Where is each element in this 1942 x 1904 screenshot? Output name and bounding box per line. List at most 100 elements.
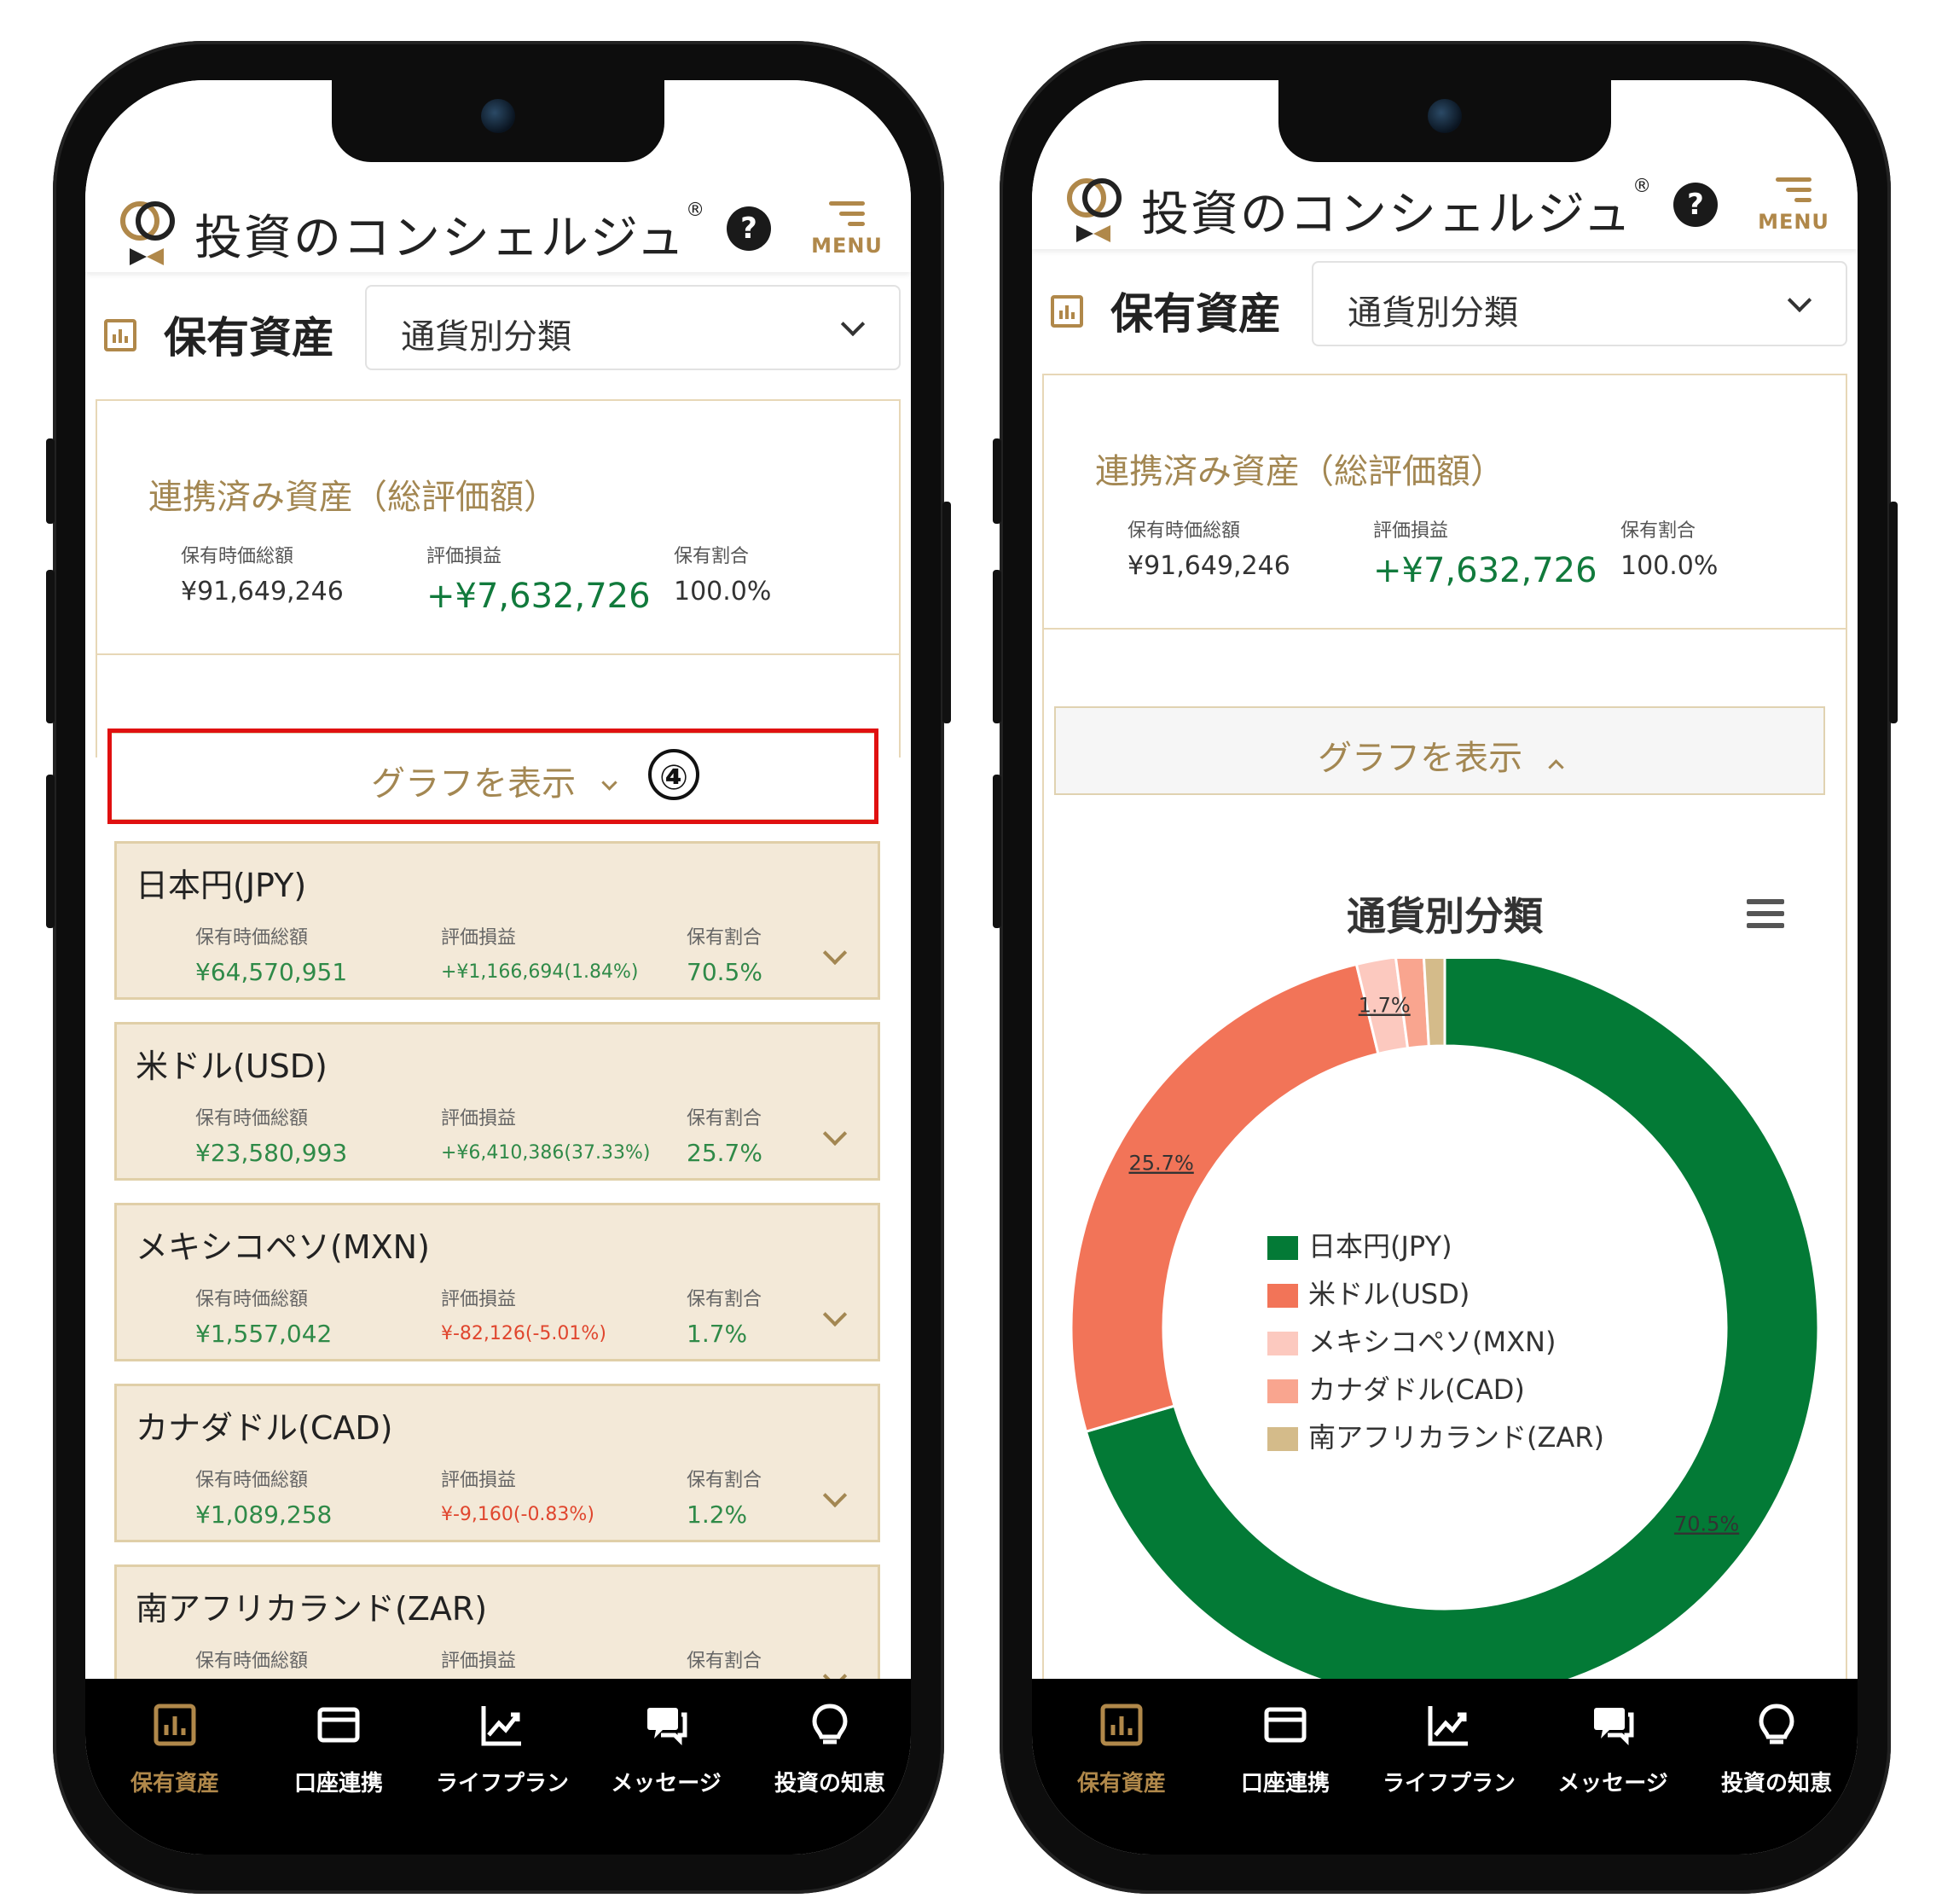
donut-slice[interactable] [1070, 962, 1380, 1434]
ratio-column: 保有割合 1.7% [687, 1284, 762, 1348]
chevron-down-icon[interactable] [822, 1121, 848, 1146]
total-column: 保有時価総額 ¥1,557,042 [195, 1284, 332, 1348]
screen-right: 投資のコンシェルジュ® ? MENU 保有資産 通貨別分類 連携済み資産（総評価… [1032, 80, 1858, 1855]
tab-chart[interactable]: 保有資産 [1041, 1703, 1203, 1797]
card-icon [316, 1703, 361, 1747]
total-label: 保有時価総額 [195, 1470, 309, 1491]
total-stat: 保有時価総額 ¥91,649,246 [181, 541, 344, 607]
camera [481, 99, 515, 133]
tab-label: 保有資産 [130, 1771, 219, 1797]
currency-card[interactable]: メキシコペソ(MXN) 保有時価総額 ¥1,557,042 評価損益 ¥-82,126(… [114, 1203, 880, 1361]
mute-switch [993, 438, 1001, 524]
camera [1428, 99, 1462, 133]
pl-label: 評価損益 [426, 546, 502, 567]
currency-card[interactable]: 米ドル(USD) 保有時価総額 ¥23,580,993 評価損益 +¥6,410,386… [114, 1022, 880, 1181]
tab-message[interactable]: メッセージ [585, 1703, 747, 1797]
summary-panel: 連携済み資産（総評価額） 保有時価総額 ¥91,649,246 評価損益 +¥7… [96, 399, 901, 655]
chevron-down-icon[interactable] [822, 1302, 848, 1327]
currency-name: メキシコペソ(MXN) [136, 1228, 430, 1266]
total-value: ¥23,580,993 [195, 1139, 348, 1167]
tab-chart[interactable]: 保有資産 [94, 1703, 256, 1797]
currency-name: 米ドル(USD) [136, 1048, 328, 1085]
currency-card[interactable]: 日本円(JPY) 保有時価総額 ¥64,570,951 評価損益 +¥1,166,694… [114, 841, 880, 1000]
legend-label: 日本円(JPY) [1308, 1230, 1452, 1263]
menu-button[interactable]: MENU [809, 200, 885, 258]
power-button [942, 502, 951, 723]
pl-stat: 評価損益 +¥7,632,726 [426, 541, 651, 616]
tab-bar: 保有資産 口座連携 ライフプラン メッセージ 投資の知恵 [1032, 1679, 1858, 1855]
legend-label: 米ドル(USD) [1308, 1278, 1470, 1310]
currency-name: 日本円(JPY) [136, 867, 307, 904]
tab-card[interactable]: 口座連携 [1204, 1703, 1366, 1797]
hide-graph-button[interactable]: グラフを表示 [1054, 706, 1825, 795]
category-select[interactable]: 通貨別分類 [365, 285, 901, 370]
chart-icon [153, 1703, 197, 1747]
legend-swatch [1267, 1379, 1298, 1403]
total-value: ¥1,089,258 [195, 1501, 333, 1529]
help-button[interactable]: ? [1673, 183, 1718, 227]
tab-card[interactable]: 口座連携 [258, 1703, 420, 1797]
total-column: 保有時価総額 ¥23,580,993 [195, 1103, 347, 1167]
tab-message[interactable]: メッセージ [1532, 1703, 1694, 1797]
ratio-label: 保有割合 [687, 1470, 762, 1491]
chart-menu-button[interactable] [1747, 899, 1784, 930]
chart-title: 通貨別分類 [1347, 893, 1543, 939]
tab-trend[interactable]: ライフプラン [421, 1703, 583, 1797]
tab-label: 口座連携 [1240, 1771, 1330, 1797]
legend-item[interactable]: メキシコペソ(MXN) [1267, 1321, 1556, 1360]
pl-value: +¥1,166,694(1.84%) [441, 961, 639, 983]
pl-label: 評価損益 [441, 1108, 517, 1129]
legend-item[interactable]: 日本円(JPY) [1267, 1225, 1452, 1264]
chevron-down-icon[interactable] [822, 940, 848, 966]
chart-icon [104, 319, 136, 351]
phone-left: 投資のコンシェルジュ® ? MENU 保有資産 通貨別分類 連携済み資産（総評価… [46, 41, 951, 1894]
tab-label: 投資の知恵 [1720, 1771, 1832, 1797]
summary-panel: 連携済み資産（総評価額） 保有時価総額 ¥91,649,246 評価損益 +¥7… [1042, 374, 1847, 630]
chevron-down-icon[interactable] [822, 1483, 848, 1508]
summary-title: 連携済み資産（総評価額） [1095, 452, 1504, 491]
trend-icon [480, 1703, 525, 1747]
help-button[interactable]: ? [727, 206, 771, 251]
tab-trend[interactable]: ライフプラン [1368, 1703, 1530, 1797]
chevron-down-icon [840, 311, 866, 337]
tab-bulb[interactable]: 投資の知恵 [749, 1703, 911, 1797]
menu-button[interactable]: MENU [1755, 176, 1832, 234]
total-label: 保有時価総額 [195, 927, 309, 949]
chart-icon [1051, 295, 1083, 328]
pl-label: 評価損益 [441, 927, 517, 949]
total-label: 保有時価総額 [195, 1108, 309, 1129]
tab-label: 口座連携 [293, 1771, 383, 1797]
menu-label: MENU [1758, 210, 1829, 234]
legend-label: 南アフリカランド(ZAR) [1308, 1421, 1605, 1454]
legend-item[interactable]: 南アフリカランド(ZAR) [1267, 1416, 1604, 1455]
category-select[interactable]: 通貨別分類 [1312, 261, 1847, 346]
page-head: 保有資産 通貨別分類 [85, 285, 911, 379]
bulb-icon [808, 1703, 852, 1747]
currency-card[interactable]: カナダドル(CAD) 保有時価総額 ¥1,089,258 評価損益 ¥-9,160(-0… [114, 1384, 880, 1542]
pl-column: 評価損益 +¥1,166,694(1.84%) [441, 922, 638, 983]
mute-switch [46, 438, 55, 524]
tab-label: 投資の知恵 [774, 1771, 885, 1797]
highlight-frame [107, 729, 878, 824]
volume-up-button [993, 570, 1001, 723]
ratio-label: 保有割合 [1620, 520, 1696, 542]
card-icon [1263, 1703, 1307, 1747]
legend-item[interactable]: 米ドル(USD) [1267, 1273, 1470, 1312]
pl-column: 評価損益 ¥-82,126(-5.01%) [441, 1284, 606, 1344]
legend-item[interactable]: カナダドル(CAD) [1267, 1368, 1525, 1408]
pl-value: +¥6,410,386(37.33%) [441, 1142, 651, 1164]
message-icon [1591, 1703, 1635, 1747]
message-icon [644, 1703, 688, 1747]
ratio-column: 保有割合 70.5% [687, 922, 762, 986]
logo-icon [120, 201, 175, 265]
legend-swatch [1267, 1236, 1298, 1260]
currency-name: 南アフリカランド(ZAR) [136, 1590, 488, 1628]
tab-bulb[interactable]: 投資の知恵 [1696, 1703, 1858, 1797]
ratio-stat: 保有割合 100.0% [674, 541, 771, 607]
total-label: 保有時価総額 [181, 546, 294, 567]
legend-label: メキシコペソ(MXN) [1308, 1326, 1556, 1358]
tab-label: ライフプラン [1382, 1771, 1516, 1797]
total-column: 保有時価総額 ¥64,570,951 [195, 922, 347, 986]
ratio-label: 保有割合 [687, 1289, 762, 1310]
pl-value: +¥7,632,726 [426, 577, 651, 616]
